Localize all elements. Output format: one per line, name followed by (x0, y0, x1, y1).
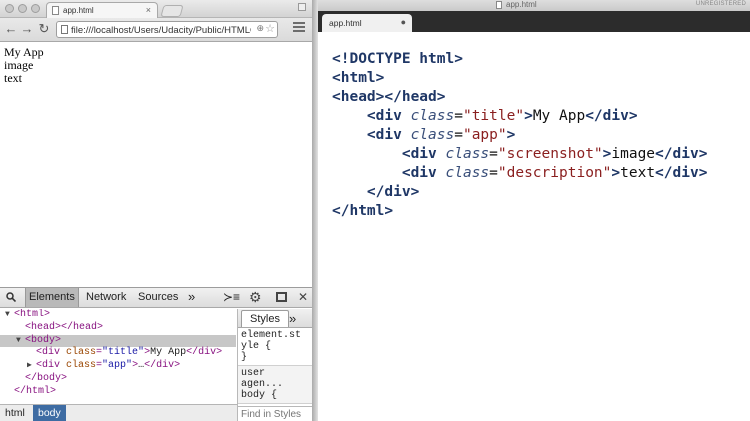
collapse-triangle-icon[interactable]: ▼ (5, 309, 10, 322)
console-drawer-icon[interactable]: ≻≡ (223, 289, 240, 305)
dom-node-markup: <body> (25, 334, 62, 346)
collapse-triangle-icon[interactable]: ▼ (16, 335, 21, 348)
styles-pane: Styles » element.st yle { } user agen...… (237, 309, 312, 421)
dom-node-markup: <div class="app">…</div> (36, 360, 181, 372)
dom-node[interactable]: ▼ <body> (0, 334, 236, 348)
zoom-icon[interactable]: ⊕ (256, 23, 264, 34)
style-line: user agen... (241, 368, 284, 390)
dom-node-markup: <html> (14, 309, 51, 320)
style-line: } (241, 352, 248, 363)
element-style-block[interactable]: element.st yle { } (238, 328, 312, 366)
zoom-window-button[interactable] (31, 4, 40, 13)
tab-elements[interactable]: Elements (25, 288, 79, 307)
code-area[interactable]: <!DOCTYPE html> <html> <head></head> <div … (332, 50, 707, 221)
breadcrumb-body[interactable]: body (33, 405, 66, 421)
close-window-button[interactable] (5, 4, 14, 13)
user-agent-style-block: user agen... body { (238, 366, 312, 404)
bookmark-star-icon[interactable]: ☆ (265, 22, 275, 35)
menu-icon[interactable] (293, 22, 305, 34)
browser-tab[interactable]: app.html × (46, 2, 158, 18)
breadcrumb: html body (0, 404, 237, 421)
close-icon[interactable]: ✕ (298, 289, 308, 305)
code-line: <div class="description">text</div> (401, 165, 708, 181)
minimize-window-button[interactable] (18, 4, 27, 13)
find-in-styles-input[interactable] (241, 409, 311, 420)
gear-icon[interactable]: ⚙ (249, 288, 262, 306)
breadcrumb-html[interactable]: html (0, 405, 30, 421)
styles-header: Styles » (238, 309, 312, 328)
dom-node[interactable]: ▼ <html> (0, 309, 236, 322)
editor-tab[interactable]: app.html ● (322, 14, 412, 32)
code-line: <!DOCTYPE html> (332, 51, 463, 67)
page-viewport: My App image text (0, 43, 312, 286)
editor-tab-label: app.html (329, 18, 362, 28)
address-bar[interactable]: ⊕ ☆ (56, 21, 278, 38)
dom-node[interactable]: <div class="title">My App</div> (0, 347, 236, 360)
code-line: <div class="app"> (366, 127, 516, 143)
dom-tree: ▼ <html> <head></head> ▼ <body> <div class="t… (0, 309, 236, 405)
forward-arrow-icon[interactable]: → (20, 21, 34, 37)
expand-triangle-icon[interactable]: ▶ (27, 360, 32, 373)
editor-tabbar: app.html ● (318, 11, 750, 32)
dom-node[interactable]: </html> (0, 386, 236, 399)
dom-node[interactable]: <head></head> (0, 322, 236, 335)
browser-tab-label: app.html (63, 6, 94, 15)
style-line: yle { (241, 341, 272, 352)
code-line: </html> (332, 203, 394, 219)
more-sidebar-tabs-button[interactable]: » (289, 310, 296, 327)
page-icon (61, 25, 68, 34)
code-line: </div> (366, 184, 420, 200)
document-icon (52, 6, 59, 15)
code-line: <html> (332, 70, 385, 86)
browser-titlebar: app.html × (0, 0, 312, 18)
page-text-description: text (4, 71, 22, 85)
dom-node-markup: </html> (14, 385, 57, 397)
editor-window-title: app.html (506, 0, 537, 9)
code-line: <div class="screenshot">image</div> (401, 146, 708, 162)
search-icon[interactable] (6, 292, 16, 302)
close-tab-icon[interactable]: × (146, 5, 151, 15)
dom-node[interactable]: </body> (0, 373, 236, 386)
style-line: body { (241, 390, 278, 401)
code-line: <div class="title">My App</div> (366, 108, 638, 124)
tab-network[interactable]: Network (83, 288, 129, 307)
back-arrow-icon[interactable]: ← (4, 21, 18, 37)
reload-icon[interactable]: ↻ (37, 21, 51, 37)
devtools-toolbar: Elements Network Sources » ≻≡ ⚙ ✕ (0, 288, 312, 308)
page-text-title: My App (4, 45, 44, 59)
code-line: <head></head> (332, 89, 446, 105)
dock-icon[interactable] (276, 292, 287, 302)
browser-toolbar: ← → ↻ ⊕ ☆ (0, 18, 312, 42)
fullscreen-icon[interactable] (298, 3, 306, 11)
page-text-screenshot: image (4, 58, 34, 72)
editor-titlebar: app.html UNREGISTERED (318, 0, 750, 11)
style-line: element.st (241, 330, 302, 341)
more-tabs-button[interactable]: » (188, 290, 195, 304)
dom-node[interactable]: ▶ <div class="app">…</div> (0, 360, 236, 373)
devtools-panel: Elements Network Sources » ≻≡ ⚙ ✕ ▼ <html… (0, 287, 312, 421)
unsaved-dot-icon[interactable]: ● (401, 17, 406, 27)
new-tab-button[interactable] (160, 5, 184, 17)
tab-styles[interactable]: Styles (241, 310, 289, 327)
unregistered-label: UNREGISTERED (695, 1, 746, 7)
browser-window: app.html × ← → ↻ ⊕ ☆ My App image text E… (0, 0, 312, 421)
dom-node-markup: </body> (25, 372, 68, 384)
address-input[interactable] (71, 23, 251, 37)
dom-node-markup: <head></head> (25, 321, 104, 333)
editor-window: app.html UNREGISTERED app.html ● <!DOCTY… (318, 0, 750, 421)
tab-sources[interactable]: Sources (135, 288, 181, 307)
find-in-styles-field[interactable] (238, 406, 312, 421)
document-icon (496, 1, 502, 9)
dom-node-markup: <div class="title">My App</div> (36, 347, 223, 359)
